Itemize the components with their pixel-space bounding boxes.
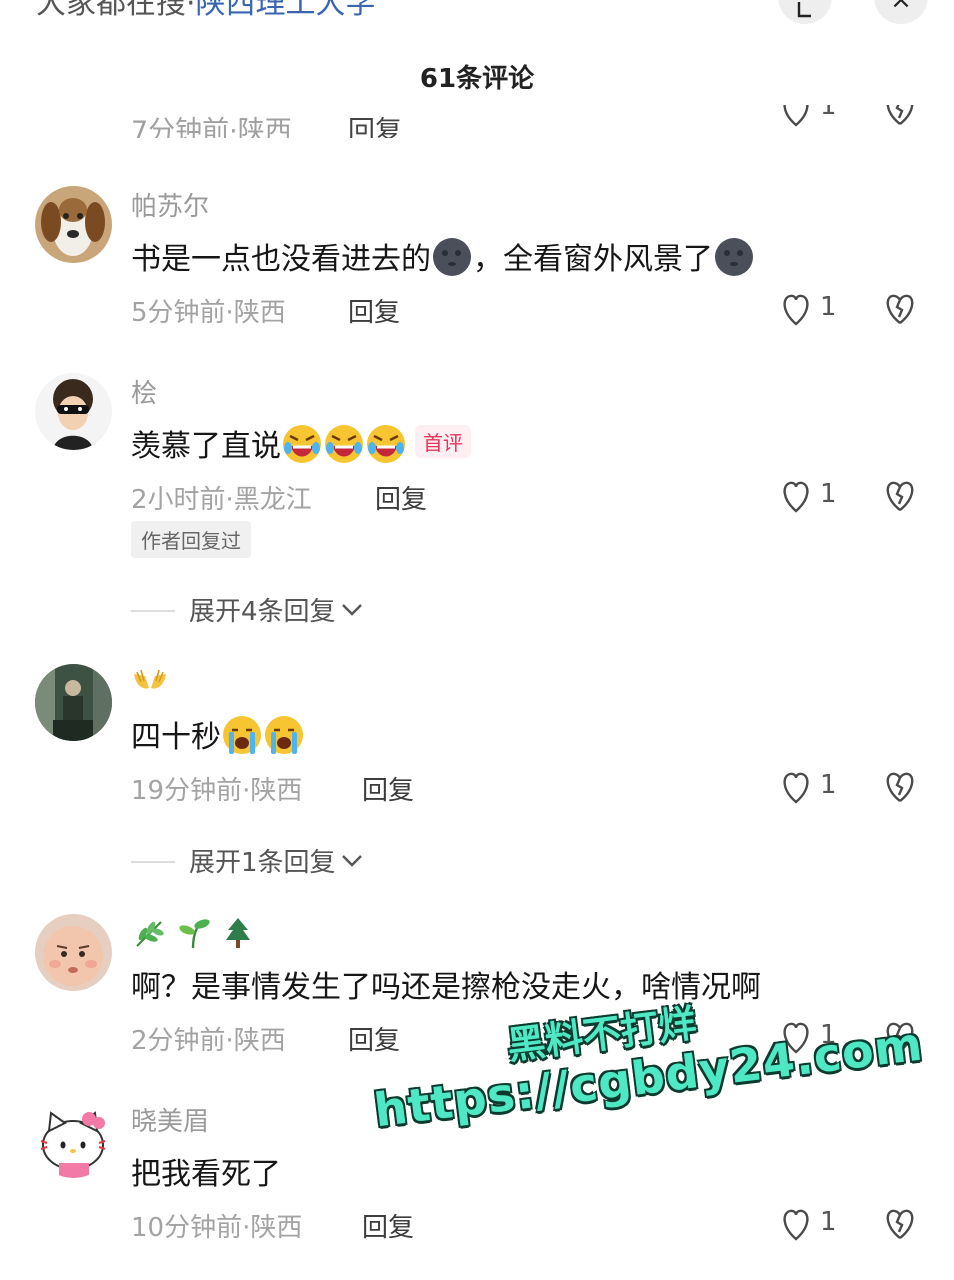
comment-text: 把我看死了 xyxy=(131,1157,281,1192)
reply-button[interactable]: 回复 xyxy=(362,1207,414,1244)
first-comment-badge: 首评 xyxy=(415,425,471,458)
kitty-avatar-icon xyxy=(35,1101,112,1178)
comment-meta: 2分钟前·陕西 xyxy=(131,1026,286,1056)
reply-button[interactable]: 回复 xyxy=(375,479,427,516)
username-emoji[interactable] xyxy=(131,916,256,957)
expand-icon xyxy=(797,2,811,18)
dislike-icon[interactable] xyxy=(882,477,918,513)
comment-text: 羡慕了直说 首评 xyxy=(131,421,471,465)
herb-icon xyxy=(136,921,164,947)
avatar-dog[interactable] xyxy=(35,186,112,263)
comment-meta: 19分钟前·陕西 xyxy=(131,776,303,806)
like-count: 1 xyxy=(820,292,837,322)
seedling-icon xyxy=(179,919,210,949)
loudly-crying-icon xyxy=(223,716,261,754)
divider-line xyxy=(131,861,175,863)
clipped-comment-row: 7分钟前·陕西 回复 1 xyxy=(0,105,954,138)
comment-text: 书是一点也没看进去的 ，全看窗外风景了 xyxy=(131,234,755,278)
suggestion-link[interactable]: 陕西理工大学 xyxy=(196,0,376,21)
loudly-crying-icon xyxy=(265,716,303,754)
avatar-cartoon[interactable] xyxy=(35,373,112,450)
rolling-laughing-icon xyxy=(367,425,405,463)
reply-button[interactable]: 回复 xyxy=(348,292,400,329)
open-hands-icon xyxy=(134,669,166,689)
comment-meta: 10分钟前·陕西 xyxy=(131,1213,303,1243)
reply-button[interactable]: 回复 xyxy=(362,770,414,807)
like-count: 1 xyxy=(820,1207,837,1237)
new-moon-face-icon xyxy=(433,238,471,276)
search-suggestion[interactable]: 大家都在搜·陕西理工大学 xyxy=(36,0,376,22)
username-emoji[interactable] xyxy=(131,668,169,699)
suggestion-prefix: 大家都在搜· xyxy=(36,0,196,21)
dislike-icon[interactable] xyxy=(882,105,918,127)
dislike-icon[interactable] xyxy=(882,290,918,326)
rolling-laughing-icon xyxy=(325,425,363,463)
dislike-icon[interactable] xyxy=(882,1205,918,1241)
username[interactable]: 晓美眉 xyxy=(131,1101,209,1138)
expand-replies-button[interactable]: 展开1条回复 xyxy=(131,842,364,879)
reply-button[interactable]: 回复 xyxy=(348,109,402,138)
baby-avatar-icon xyxy=(35,914,112,991)
dislike-icon[interactable] xyxy=(882,768,918,804)
avatar-photo[interactable] xyxy=(35,664,112,741)
chevron-down-icon xyxy=(341,855,362,867)
like-count: 1 xyxy=(820,479,837,509)
username[interactable]: 帕苏尔 xyxy=(131,186,209,223)
comment-meta: 2小时前·黑龙江 xyxy=(131,485,312,515)
photo-avatar-icon xyxy=(35,664,112,741)
comment-meta: 5分钟前·陕西 xyxy=(131,298,286,328)
close-button[interactable]: × xyxy=(874,0,928,24)
rolling-laughing-icon xyxy=(283,425,321,463)
expand-replies-button[interactable]: 展开4条回复 xyxy=(131,591,364,628)
username[interactable]: 桧 xyxy=(131,373,157,410)
comment-count-title: 61条评论 xyxy=(419,64,535,94)
avatar-kitty[interactable] xyxy=(35,1101,112,1178)
comment-text: 四十秒 xyxy=(131,712,305,756)
chevron-down-icon xyxy=(341,604,362,616)
avatar-baby[interactable] xyxy=(35,914,112,991)
comment-meta: 7分钟前·陕西 xyxy=(131,116,292,138)
bottom-spacer xyxy=(0,1262,954,1280)
divider-line xyxy=(131,610,175,612)
cartoon-avatar-icon xyxy=(35,373,112,450)
top-bar: 大家都在搜·陕西理工大学 × xyxy=(0,0,954,24)
new-moon-face-icon xyxy=(715,238,753,276)
close-icon: × xyxy=(890,0,912,15)
evergreen-tree-icon xyxy=(225,918,250,948)
author-replied-tag: 作者回复过 xyxy=(131,521,251,558)
like-count: 1 xyxy=(820,105,837,121)
expand-button[interactable] xyxy=(778,0,832,24)
like-count: 1 xyxy=(820,770,837,800)
dog-avatar-icon xyxy=(35,186,112,263)
